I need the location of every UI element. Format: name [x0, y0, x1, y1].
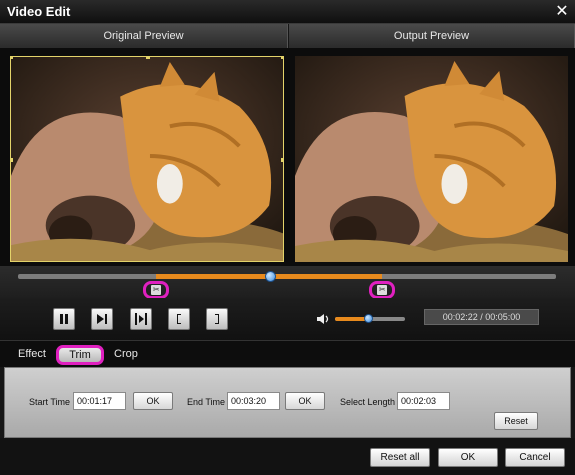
output-preview-header: Output Preview	[289, 24, 575, 48]
end-time-input[interactable]: 00:03:20	[227, 392, 280, 410]
start-time-label: Start Time	[29, 397, 71, 407]
title-bar: Video Edit ✕	[0, 0, 575, 24]
output-preview-video	[295, 56, 568, 262]
select-length-label: Select Length	[340, 397, 396, 407]
close-icon[interactable]: ✕	[553, 3, 571, 21]
footer: Reset all OK Cancel	[0, 438, 575, 475]
edit-tabs: Effect Trim Crop	[0, 340, 575, 367]
pause-button[interactable]	[53, 308, 75, 330]
puppy-kitten-image-output	[295, 56, 568, 262]
next-frame-icon	[97, 314, 107, 324]
video-edit-window: Video Edit ✕ Original Preview Output Pre…	[0, 0, 575, 475]
select-length-input[interactable]: 00:02:03	[397, 392, 450, 410]
play-segment-button[interactable]	[130, 308, 152, 330]
tab-trim[interactable]: Trim	[56, 345, 104, 365]
reset-all-button[interactable]: Reset all	[370, 448, 430, 467]
trim-start-marker[interactable]: ✂	[143, 281, 170, 299]
reset-button[interactable]: Reset	[494, 412, 538, 430]
volume-slider[interactable]	[335, 314, 405, 323]
preview-area	[0, 48, 575, 266]
end-time-label: End Time	[187, 397, 226, 407]
mark-out-icon	[215, 314, 219, 324]
start-time-input[interactable]: 00:01:17	[73, 392, 126, 410]
tab-crop[interactable]: Crop	[114, 348, 138, 360]
mark-in-button[interactable]	[168, 308, 190, 330]
tab-effect[interactable]: Effect	[18, 348, 46, 360]
mark-out-button[interactable]	[206, 308, 228, 330]
cancel-button[interactable]: Cancel	[505, 448, 565, 467]
timecode-display: 00:02:22 / 00:05:00	[424, 309, 539, 325]
mark-in-icon	[177, 314, 181, 324]
volume-icon[interactable]	[316, 312, 330, 326]
next-frame-button[interactable]	[91, 308, 113, 330]
play-segment-icon	[135, 313, 147, 325]
original-preview-video	[10, 56, 284, 262]
trim-end-marker[interactable]: ✂	[369, 281, 396, 299]
volume-knob[interactable]	[363, 314, 373, 323]
scissors-icon: ✂	[151, 285, 162, 295]
original-preview-header: Original Preview	[0, 24, 288, 48]
trim-panel: Start Time 00:01:17 OK End Time 00:03:20…	[4, 367, 571, 438]
ok-button[interactable]: OK	[438, 448, 498, 467]
playback-controls: 00:02:22 / 00:05:00	[0, 298, 575, 340]
timeline-track[interactable]	[18, 271, 556, 282]
puppy-kitten-image	[11, 57, 283, 261]
scissors-icon: ✂	[377, 285, 388, 295]
playhead-slider[interactable]	[264, 271, 276, 282]
start-time-ok-button[interactable]: OK	[133, 392, 173, 410]
pause-icon	[60, 314, 68, 324]
window-title: Video Edit	[7, 4, 71, 19]
end-time-ok-button[interactable]: OK	[285, 392, 325, 410]
